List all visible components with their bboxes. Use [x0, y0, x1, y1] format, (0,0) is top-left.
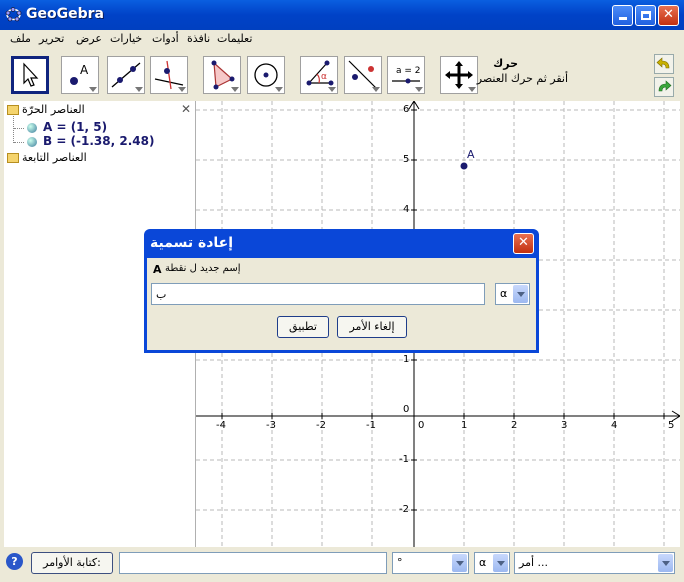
dialog-body: A إسم جديد ل نقطة α إلغاء الأمر تطبيق	[147, 258, 536, 350]
minimize-icon	[618, 17, 627, 20]
circle-tool-button[interactable]	[247, 56, 285, 94]
minimize-button[interactable]	[612, 5, 633, 26]
svg-text:α: α	[321, 72, 327, 82]
menu-help[interactable]: تعليمات	[217, 32, 252, 45]
chevron-down-icon	[452, 554, 467, 572]
chevron-down-icon	[658, 554, 673, 572]
polygon-tool-button[interactable]	[203, 56, 241, 94]
help-icon[interactable]: ?	[6, 553, 23, 570]
algebra-object-b[interactable]: B = (-1.38, 2.48)	[43, 134, 154, 148]
symbol1-value: °	[397, 556, 403, 569]
point-a[interactable]	[460, 162, 468, 170]
maximize-icon	[640, 11, 651, 20]
dependent-objects-header[interactable]: العناصر التابعة	[22, 151, 87, 164]
rename-dialog: إعادة تسمية ✕ A إسم جديد ل نقطة α إلغاء …	[144, 229, 539, 353]
menu-file[interactable]: ملف	[10, 32, 31, 45]
toolbar: A α a = 2 حرك أنقر ثم حرك العنصر	[4, 49, 680, 102]
menu-window[interactable]: نافذة	[187, 32, 210, 45]
folder-icon	[7, 105, 19, 115]
x-tick-label: 5	[668, 420, 675, 431]
folder-icon	[7, 153, 19, 163]
dialog-prompt: إسم جديد ل نقطة	[165, 263, 241, 274]
point-tool-button[interactable]: A	[61, 56, 99, 94]
geogebra-logo-icon	[5, 7, 22, 22]
dialog-title: إعادة تسمية	[150, 235, 234, 251]
menu-bar: ملف تحرير عرض خيارات أدوات نافذة تعليمات	[4, 30, 680, 48]
apply-button[interactable]: تطبيق	[277, 316, 329, 338]
new-name-input[interactable]	[151, 283, 485, 305]
move-arrow-icon	[23, 62, 39, 87]
close-icon: ✕	[518, 235, 529, 250]
y-tick-label: 5	[403, 154, 410, 165]
move-tool-button[interactable]	[11, 56, 49, 94]
maximize-button[interactable]	[635, 5, 656, 26]
y-tick-label: 1	[403, 354, 410, 365]
menu-edit[interactable]: تحرير	[39, 32, 64, 45]
line-tool-button[interactable]	[107, 56, 145, 94]
point-a-label: A	[467, 148, 475, 161]
slider-tool-button[interactable]: a = 2	[387, 56, 425, 94]
close-icon: ✕	[663, 7, 674, 22]
window-title: GeoGebra	[26, 6, 104, 22]
symbol-select-value: α	[500, 287, 508, 300]
input-bar: ? كتابة الأوامر: ° α أمر ...	[0, 548, 684, 582]
x-tick-label: 2	[511, 420, 518, 431]
redo-icon	[658, 80, 672, 92]
menu-view[interactable]: عرض	[76, 32, 102, 45]
perpendicular-tool-button[interactable]	[150, 56, 188, 94]
command-select[interactable]: أمر ...	[514, 552, 675, 574]
dialog-prompt-object: A	[153, 263, 162, 276]
chevron-down-icon	[513, 285, 528, 303]
title-bar: GeoGebra ✕	[0, 0, 684, 30]
x-tick-label: -4	[216, 420, 226, 431]
free-objects-header[interactable]: العناصر الحرّة	[22, 103, 85, 116]
algebra-object-a[interactable]: A = (1, 5)	[43, 120, 107, 134]
x-tick-label: 3	[561, 420, 568, 431]
cancel-button[interactable]: إلغاء الأمر	[337, 316, 407, 338]
x-tick-label: -3	[266, 420, 276, 431]
menu-options[interactable]: خيارات	[110, 32, 142, 45]
input-bar-label-button[interactable]: كتابة الأوامر:	[31, 552, 113, 574]
y-tick-label: 0	[403, 404, 410, 415]
symbol-select[interactable]: α	[495, 283, 530, 305]
close-window-button[interactable]: ✕	[658, 5, 679, 26]
active-tool-help: أنقر ثم حرك العنصر	[476, 72, 568, 85]
x-tick-label: -2	[316, 420, 326, 431]
angle-tool-button[interactable]: α	[300, 56, 338, 94]
redo-button[interactable]	[654, 77, 674, 97]
symbol2-select[interactable]: α	[474, 552, 510, 574]
move-graphics-tool-button[interactable]	[440, 56, 478, 94]
object-visibility-toggle[interactable]	[27, 137, 37, 147]
svg-text:a = 2: a = 2	[396, 66, 421, 76]
reflect-tool-button[interactable]	[344, 56, 382, 94]
y-tick-label: -1	[399, 454, 409, 465]
undo-icon	[656, 57, 670, 69]
close-algebra-icon[interactable]: ✕	[181, 102, 191, 116]
y-tick-label: 4	[403, 204, 410, 215]
chevron-down-icon	[493, 554, 508, 572]
command-select-value: أمر ...	[519, 556, 549, 569]
x-tick-label: 1	[461, 420, 468, 431]
symbol2-value: α	[479, 556, 487, 569]
x-tick-label: 4	[611, 420, 618, 431]
tree-line	[14, 128, 24, 129]
svg-text:A: A	[80, 63, 89, 77]
command-input[interactable]	[119, 552, 387, 574]
object-visibility-toggle[interactable]	[27, 123, 37, 133]
active-tool-name: حرك	[493, 57, 518, 70]
x-tick-label: -1	[366, 420, 376, 431]
y-tick-label: -2	[399, 504, 409, 515]
menu-tools[interactable]: أدوات	[152, 32, 179, 45]
undo-button[interactable]	[654, 54, 674, 74]
x-tick-label: 0	[418, 420, 425, 431]
symbol1-select[interactable]: °	[392, 552, 469, 574]
tree-line	[14, 142, 24, 143]
dialog-close-button[interactable]: ✕	[513, 233, 534, 254]
tree-line	[13, 116, 15, 143]
y-tick-label: 6	[403, 104, 410, 115]
